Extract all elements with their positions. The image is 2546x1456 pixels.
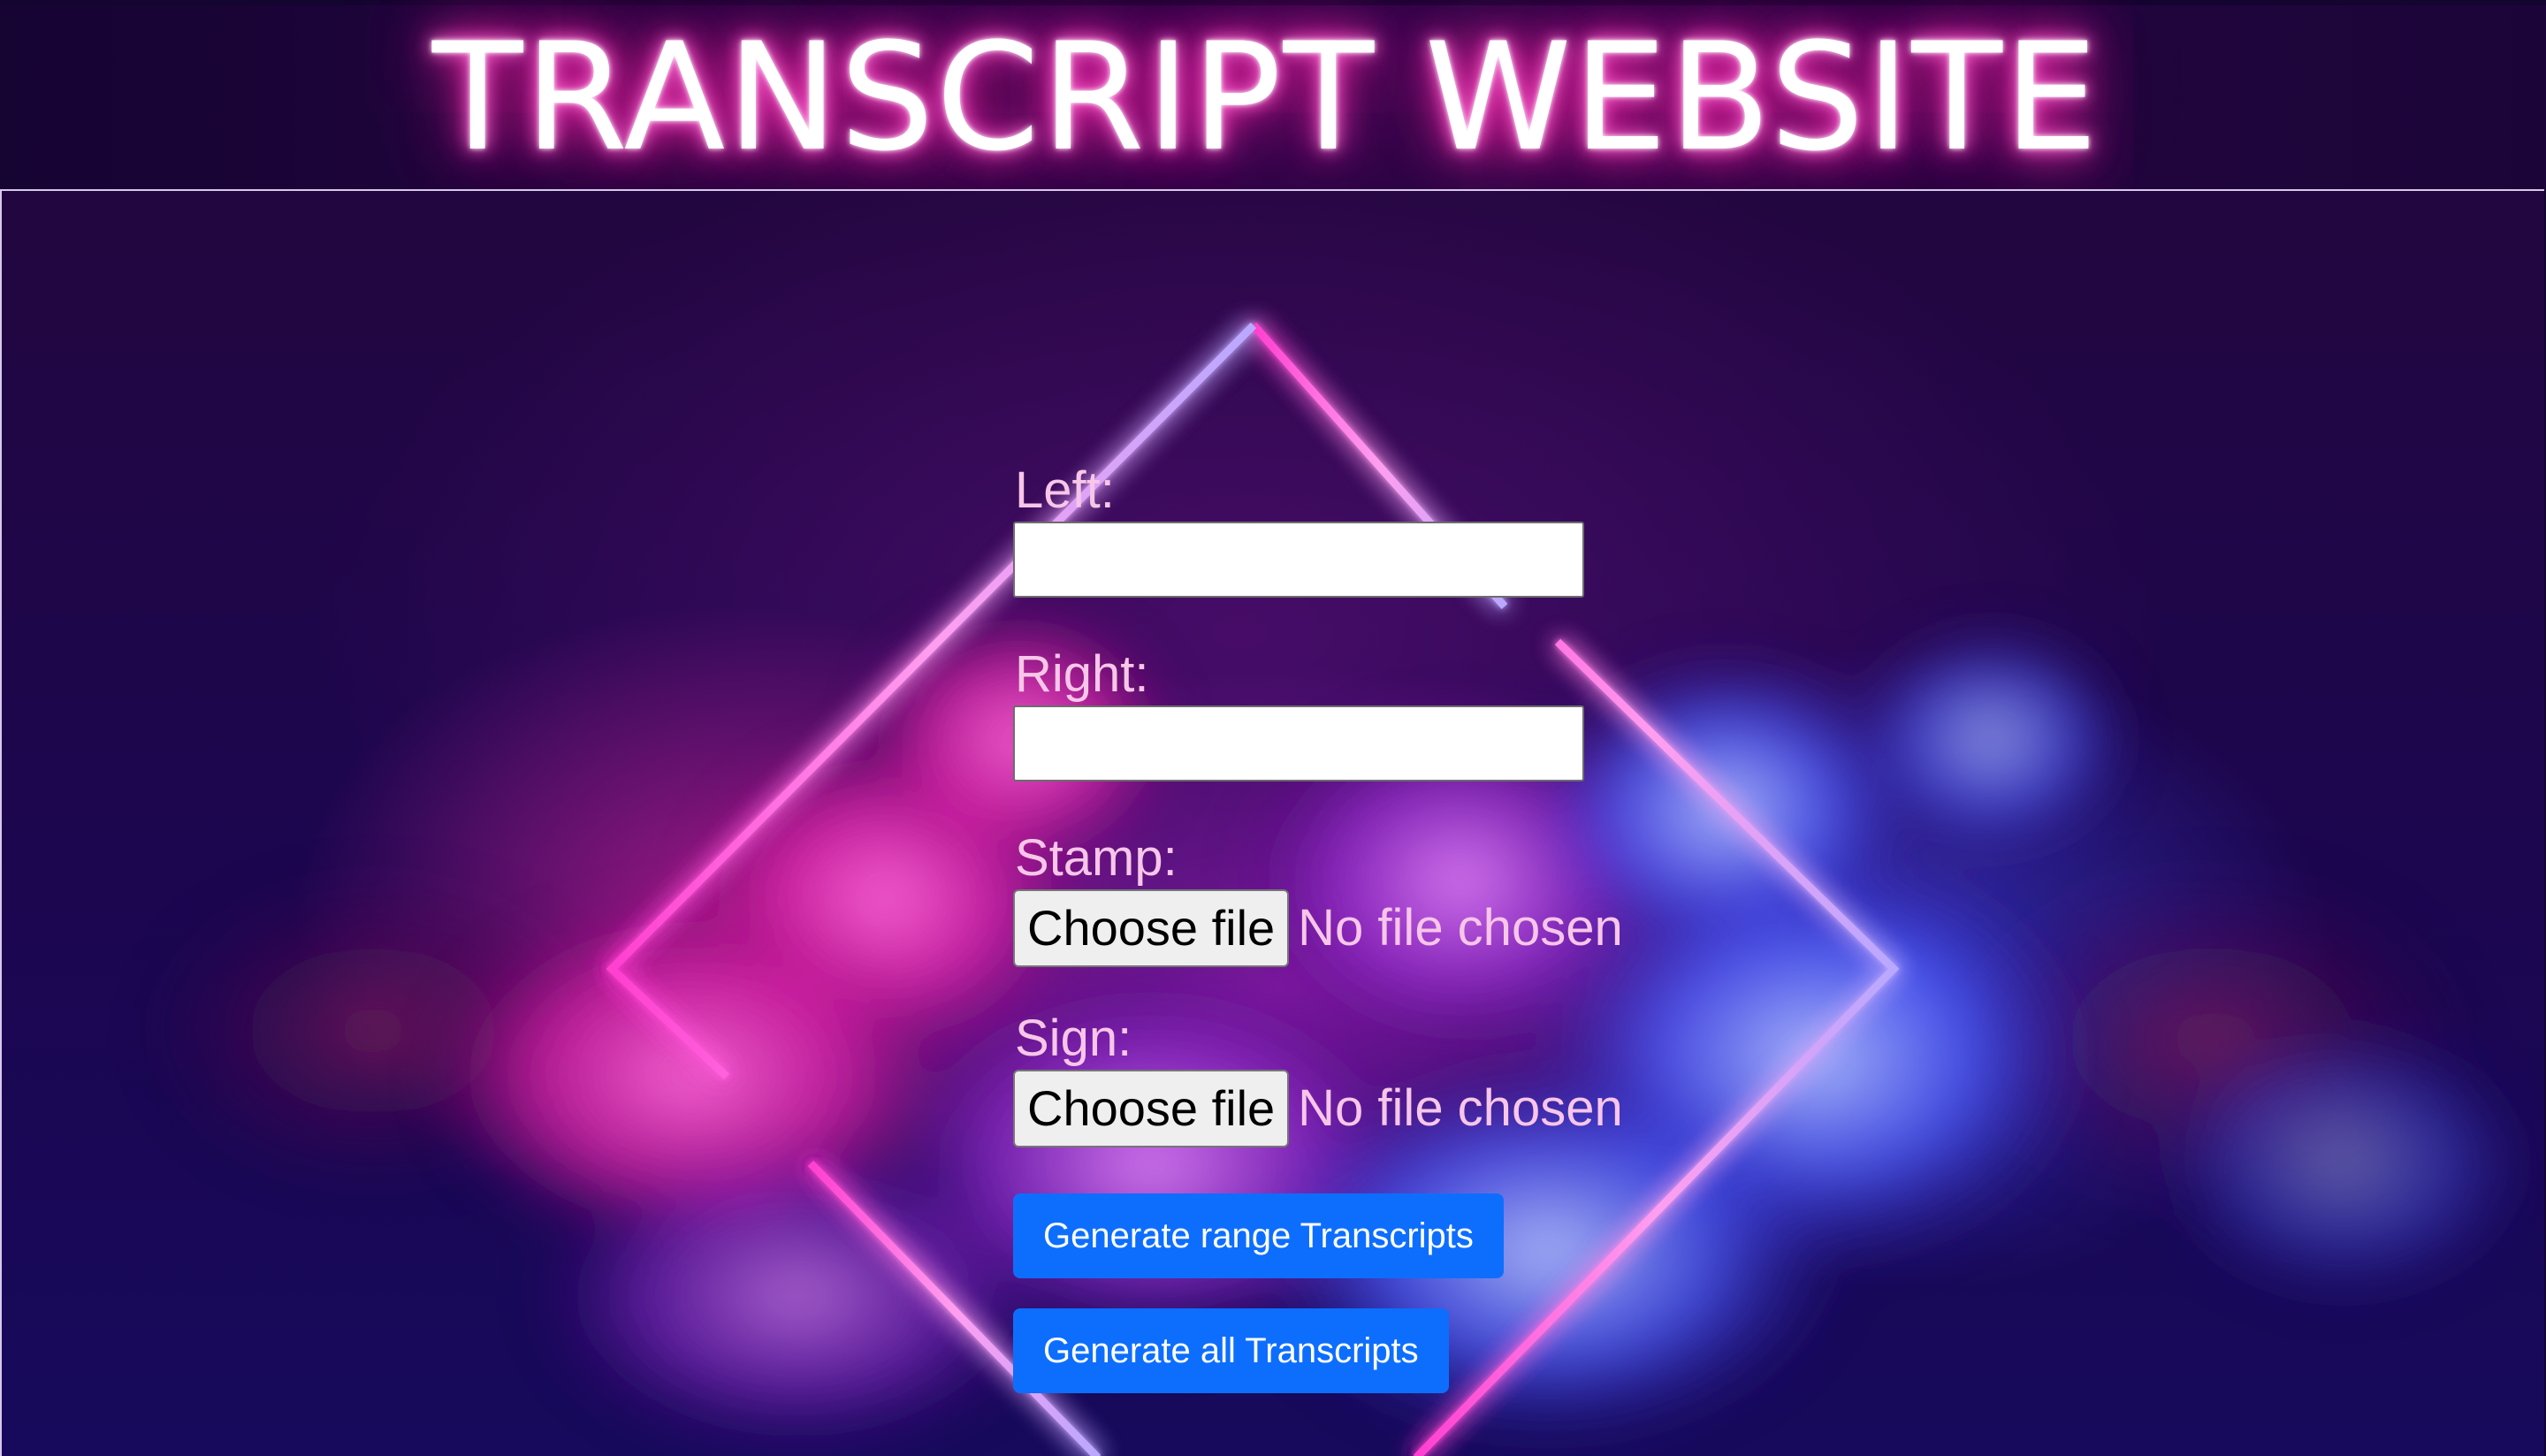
right-input[interactable] [1013, 705, 1584, 781]
right-label: Right: [1015, 645, 1149, 703]
sign-file-status: No file chosen [1298, 1079, 1623, 1137]
hero-background: Left: Right: Stamp: Choose file No file … [0, 189, 2544, 1456]
generate-all-transcripts-button[interactable]: Generate all Transcripts [1013, 1308, 1449, 1393]
left-input[interactable] [1013, 522, 1584, 598]
generate-range-transcripts-button[interactable]: Generate range Transcripts [1013, 1193, 1504, 1278]
stamp-file-input: Choose file No file chosen [1013, 889, 1809, 967]
stamp-choose-file-button[interactable]: Choose file [1013, 889, 1290, 967]
left-label: Left: [1015, 461, 1115, 519]
sign-file-input: Choose file No file chosen [1013, 1070, 1809, 1147]
site-title: TRANSCRIPT WEBSITE [431, 11, 2100, 184]
sign-choose-file-button[interactable]: Choose file [1013, 1070, 1290, 1147]
sign-label: Sign: [1015, 1010, 1132, 1067]
transcript-form: Left: Right: Stamp: Choose file No file … [1013, 465, 1809, 1423]
stamp-file-status: No file chosen [1298, 899, 1623, 957]
site-header: TRANSCRIPT WEBSITE [0, 5, 2546, 189]
stamp-label: Stamp: [1015, 829, 1178, 887]
page: TRANSCRIPT WEBSITE Left: Right: Stamp: C… [0, 0, 2546, 1456]
